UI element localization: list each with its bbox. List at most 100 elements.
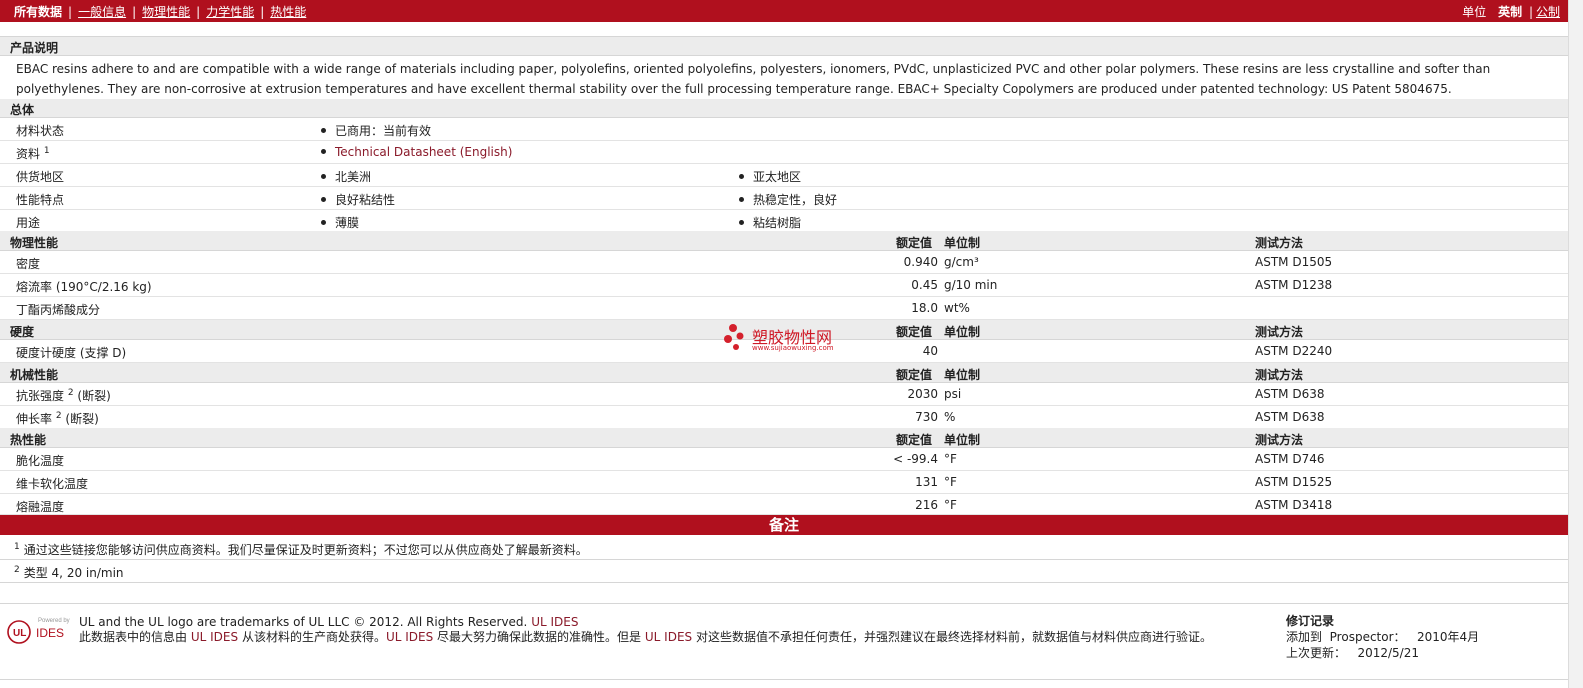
property-label: 熔流率 (190°C/2.16 kg): [16, 280, 152, 294]
property-label: 丁酯丙烯酸成分: [16, 303, 101, 317]
property-label: 抗张强度 2 (断裂): [16, 388, 111, 403]
property-test: ASTM D3418: [1255, 498, 1333, 512]
property-unit: °F: [944, 475, 957, 489]
divider: [0, 582, 1568, 583]
nav-thermal[interactable]: 热性能: [270, 5, 306, 19]
note-item: 2 类型 4, 20 in/min: [14, 565, 124, 580]
property-label: 伸长率 2 (断裂): [16, 411, 99, 426]
property-test: ASTM D1525: [1255, 475, 1333, 489]
unit-english[interactable]: 英制: [1498, 5, 1522, 19]
col-header-unit: 单位制: [944, 325, 981, 339]
property-value: 0.940: [903, 255, 938, 269]
table-row: 脆化温度 < -99.4 °F ASTM D746: [0, 448, 1568, 471]
ul-ides-link[interactable]: UL IDES: [531, 615, 578, 629]
table-row: 丁酯丙烯酸成分 18.0 wt%: [0, 297, 1568, 320]
property-unit: °F: [944, 452, 957, 466]
general-row-documents: 资料 1 Technical Datasheet (English): [0, 141, 1568, 164]
section-title: 总体: [10, 103, 35, 117]
divider: [0, 603, 1568, 604]
property-value: 18.0: [911, 301, 938, 315]
revision-updated: 上次更新： 2012/5/21: [1286, 646, 1419, 660]
row-label: 供货地区: [16, 170, 65, 184]
col-header-nominal: 额定值: [896, 236, 933, 250]
bullet-icon: [321, 174, 326, 179]
table-row: 熔融温度 216 °F ASTM D3418: [0, 494, 1568, 515]
property-value: 730: [915, 410, 938, 424]
property-test: ASTM D2240: [1255, 344, 1333, 358]
watermark-dots-icon: [724, 324, 744, 350]
col-header-nominal: 额定值: [896, 368, 933, 382]
revision-added: 添加到 Prospector： 2010年4月: [1286, 630, 1480, 644]
section-header-thermal: 热性能 额定值 单位制 测试方法: [0, 428, 1568, 448]
section-header-mechanical: 机械性能 额定值 单位制 测试方法: [0, 363, 1568, 383]
property-unit: %: [944, 410, 956, 424]
col-header-unit: 单位制: [944, 236, 981, 250]
bullet-icon: [321, 128, 326, 133]
bullet-icon: [739, 220, 744, 225]
notes-header: 备注: [0, 515, 1568, 535]
revision-title: 修订记录: [1286, 614, 1335, 628]
footer-disclaimer: 此数据表中的信息由 UL IDES 从该材料的生产商处获得。UL IDES 尽最…: [79, 630, 1212, 644]
property-unit: wt%: [944, 301, 970, 315]
col-header-test: 测试方法: [1255, 325, 1304, 339]
col-header-unit: 单位制: [944, 433, 981, 447]
ul-ides-logo[interactable]: UL Powered by IDES: [6, 614, 72, 646]
section-title: 热性能: [10, 433, 47, 447]
row-label: 性能特点: [16, 193, 65, 207]
col-header-nominal: 额定值: [896, 325, 933, 339]
row-label: 用途: [16, 216, 41, 230]
property-value: 131: [915, 475, 938, 489]
col-header-test: 测试方法: [1255, 368, 1304, 382]
table-row: 密度 0.940 g/cm³ ASTM D1505: [0, 251, 1568, 274]
nav-general-info[interactable]: 一般信息: [78, 5, 126, 19]
property-test: ASTM D1238: [1255, 278, 1333, 292]
nav-all-data[interactable]: 所有数据: [14, 5, 62, 19]
property-test: ASTM D638: [1255, 387, 1325, 401]
property-label: 密度: [16, 257, 41, 271]
property-label: 硬度计硬度 (支撑 D): [16, 346, 127, 360]
table-row: 熔流率 (190°C/2.16 kg) 0.45 g/10 min ASTM D…: [0, 274, 1568, 297]
row-value: Technical Datasheet (English): [321, 145, 512, 159]
general-row-features: 性能特点 良好粘结性 热稳定性，良好: [0, 187, 1568, 210]
watermark-logo: 塑胶物性网 www.sujiaowuxing.com: [722, 322, 852, 358]
section-title: 硬度: [10, 325, 35, 339]
unit-metric-link[interactable]: 公制: [1536, 5, 1560, 19]
section-title: 机械性能: [10, 368, 59, 382]
property-test: ASTM D638: [1255, 410, 1325, 424]
nav-mechanical[interactable]: 力学性能: [206, 5, 254, 19]
row-label: 材料状态: [16, 124, 65, 138]
nav-physical[interactable]: 物理性能: [142, 5, 190, 19]
property-value: 216: [915, 498, 938, 512]
row-value-2: 粘结树脂: [739, 214, 801, 231]
footer-trademark: UL and the UL logo are trademarks of UL …: [79, 615, 579, 629]
product-description-text: EBAC resins adhere to and are compatible…: [16, 62, 1491, 96]
section-nav: 所有数据 | 一般信息 | 物理性能 | 力学性能 | 热性能: [14, 5, 307, 19]
property-value: 40: [922, 344, 938, 358]
bullet-icon: [321, 197, 326, 202]
property-value: 2030: [907, 387, 938, 401]
row-value-2: 亚太地区: [739, 168, 801, 185]
svg-text:Powered by: Powered by: [38, 618, 70, 624]
divider: [0, 559, 1568, 560]
bullet-icon: [739, 197, 744, 202]
row-value: 良好粘结性: [321, 191, 395, 208]
property-test: ASTM D1505: [1255, 255, 1333, 269]
table-row: 维卡软化温度 131 °F ASTM D1525: [0, 471, 1568, 494]
general-row-uses: 用途 薄膜 粘结树脂: [0, 210, 1568, 233]
col-header-test: 测试方法: [1255, 433, 1304, 447]
property-test: ASTM D746: [1255, 452, 1325, 466]
property-label: 维卡软化温度: [16, 477, 89, 491]
section-header-description: 产品说明: [0, 37, 1568, 56]
section-title: 物理性能: [10, 236, 59, 250]
note-item: 1 通过这些链接您能够访问供应商资料。我们尽量保证及时更新资料；不过您可以从供应商…: [14, 542, 588, 557]
property-label: 脆化温度: [16, 454, 65, 468]
property-unit: g/cm³: [944, 255, 979, 269]
row-value: 已商用：当前有效: [321, 122, 431, 139]
property-label: 熔融温度: [16, 500, 65, 514]
property-value: 0.45: [911, 278, 938, 292]
property-unit: °F: [944, 498, 957, 512]
row-label: 资料 1: [16, 146, 50, 161]
table-row: 抗张强度 2 (断裂) 2030 psi ASTM D638: [0, 383, 1568, 406]
datasheet-link[interactable]: Technical Datasheet (English): [335, 145, 512, 159]
vertical-scrollbar[interactable]: [1568, 0, 1583, 688]
